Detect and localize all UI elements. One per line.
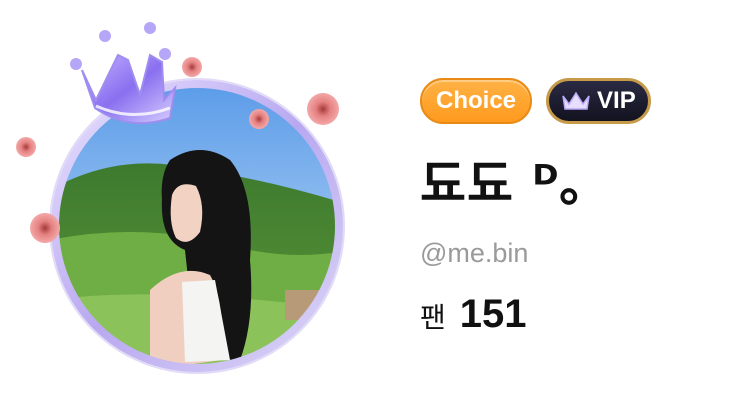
display-name: 됴됴 ᴰ｡ (420, 155, 586, 213)
badge-row: Choice VIP (420, 78, 740, 124)
profile-info: Choice VIP 됴됴 ᴰ｡ @me.bin 팬 151 (420, 78, 740, 337)
user-handle[interactable]: @me.bin (420, 236, 740, 270)
crown-icon (562, 91, 590, 110)
fans-label: 팬 (420, 301, 446, 334)
choice-badge[interactable]: Choice (420, 78, 533, 124)
vip-badge-label: VIP (597, 87, 636, 114)
avatar-image (16, 22, 345, 374)
fans-stat[interactable]: 팬 151 (420, 292, 740, 337)
choice-badge-label: Choice (436, 87, 517, 114)
profile-avatar[interactable] (0, 0, 380, 407)
crown-icon (70, 22, 177, 125)
fans-count: 151 (459, 292, 527, 336)
vip-badge[interactable]: VIP (546, 78, 651, 124)
